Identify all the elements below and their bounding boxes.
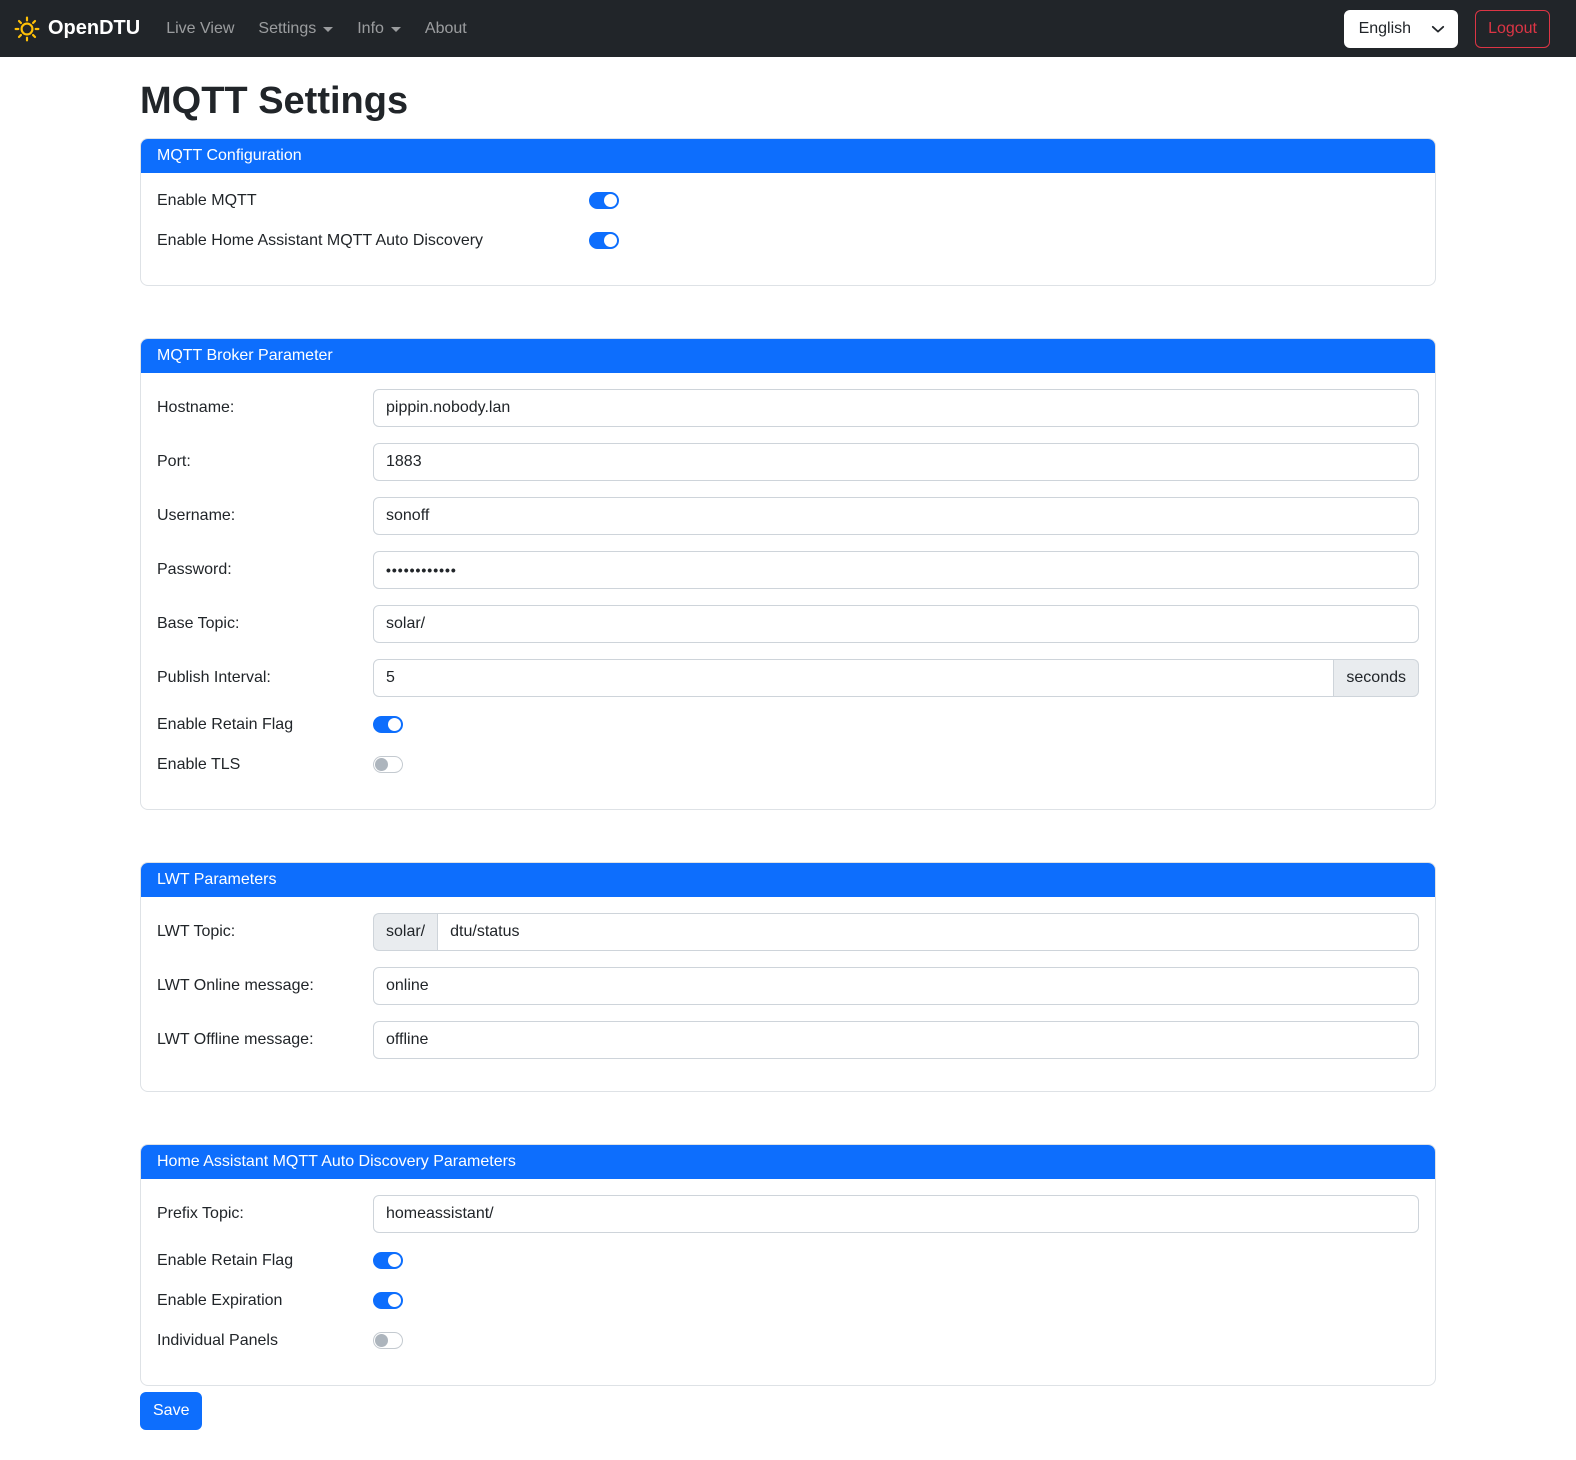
username-label: Username: xyxy=(157,507,373,525)
chevron-down-icon xyxy=(1431,22,1445,36)
toggle-knob xyxy=(604,194,617,207)
lwt-topic-prefix: solar/ xyxy=(373,913,437,951)
brand-label: OpenDTU xyxy=(48,17,140,40)
lwt-offline-message-label: LWT Offline message: xyxy=(157,1031,373,1049)
enable-tls-toggle[interactable] xyxy=(373,756,403,773)
card-body: Enable MQTT Enable Home Assistant MQTT A… xyxy=(141,173,1435,285)
mqtt-configuration-card: MQTT Configuration Enable MQTT Enable Ho… xyxy=(140,138,1436,286)
card-body: Hostname: Port: Username: Password: xyxy=(141,373,1435,809)
publish-interval-input[interactable] xyxy=(373,659,1334,697)
toggle-knob xyxy=(375,758,388,771)
card-header-mqtt-configuration: MQTT Configuration xyxy=(141,139,1435,173)
nav-item-info[interactable]: Info xyxy=(348,12,410,46)
nav-item-label: Live View xyxy=(166,20,234,38)
base-topic-label: Base Topic: xyxy=(157,615,373,633)
prefix-topic-input[interactable] xyxy=(373,1195,1419,1233)
toggle-knob xyxy=(388,718,401,731)
lwt-online-message-input[interactable] xyxy=(373,967,1419,1005)
enable-ha-discovery-label: Enable Home Assistant MQTT Auto Discover… xyxy=(157,232,589,250)
toggle-knob xyxy=(388,1254,401,1267)
lwt-topic-label: LWT Topic: xyxy=(157,923,373,941)
lwt-offline-message-input[interactable] xyxy=(373,1021,1419,1059)
nav-item-live-view[interactable]: Live View xyxy=(157,12,243,46)
hostname-label: Hostname: xyxy=(157,399,373,417)
enable-expiration-label: Enable Expiration xyxy=(157,1292,373,1310)
enable-retain-flag-label: Enable Retain Flag xyxy=(157,716,373,734)
lwt-online-message-label: LWT Online message: xyxy=(157,977,373,995)
nav-item-about[interactable]: About xyxy=(416,12,476,46)
card-header-hass-discovery: Home Assistant MQTT Auto Discovery Param… xyxy=(141,1145,1435,1179)
publish-interval-unit: seconds xyxy=(1334,659,1419,697)
hass-discovery-parameters-card: Home Assistant MQTT Auto Discovery Param… xyxy=(140,1144,1436,1386)
card-header-lwt-parameters: LWT Parameters xyxy=(141,863,1435,897)
sun-icon xyxy=(14,16,40,42)
card-body: LWT Topic: solar/ LWT Online message: LW… xyxy=(141,897,1435,1091)
base-topic-input[interactable] xyxy=(373,605,1419,643)
prefix-topic-label: Prefix Topic: xyxy=(157,1205,373,1223)
enable-retain-flag-toggle[interactable] xyxy=(373,716,403,733)
toggle-knob xyxy=(375,1334,388,1347)
hass-enable-retain-flag-toggle[interactable] xyxy=(373,1252,403,1269)
individual-panels-label: Individual Panels xyxy=(157,1332,373,1350)
language-selected-label: English xyxy=(1359,20,1411,38)
toggle-knob xyxy=(388,1294,401,1307)
port-label: Port: xyxy=(157,453,373,471)
username-input[interactable] xyxy=(373,497,1419,535)
enable-mqtt-toggle[interactable] xyxy=(589,192,619,209)
card-body: Prefix Topic: Enable Retain Flag Enable … xyxy=(141,1179,1435,1385)
password-label: Password: xyxy=(157,561,373,579)
enable-tls-label: Enable TLS xyxy=(157,756,373,774)
chevron-down-icon xyxy=(323,27,333,32)
hostname-input[interactable] xyxy=(373,389,1419,427)
save-button[interactable]: Save xyxy=(140,1392,202,1430)
enable-mqtt-label: Enable MQTT xyxy=(157,192,589,210)
lwt-parameters-card: LWT Parameters LWT Topic: solar/ LWT Onl… xyxy=(140,862,1436,1092)
password-input[interactable] xyxy=(373,551,1419,589)
port-input[interactable] xyxy=(373,443,1419,481)
nav-item-settings[interactable]: Settings xyxy=(249,12,342,46)
nav-item-label: About xyxy=(425,20,467,38)
language-select[interactable]: English xyxy=(1344,10,1458,48)
page-title: MQTT Settings xyxy=(140,79,1436,125)
nav-item-label: Info xyxy=(357,20,384,38)
individual-panels-toggle[interactable] xyxy=(373,1332,403,1349)
brand-link[interactable]: OpenDTU xyxy=(14,16,140,42)
logout-button[interactable]: Logout xyxy=(1475,10,1550,48)
top-navbar: OpenDTU Live View Settings Info About En… xyxy=(0,0,1576,57)
lwt-topic-input[interactable] xyxy=(437,913,1419,951)
chevron-down-icon xyxy=(391,27,401,32)
nav-item-label: Settings xyxy=(258,20,316,38)
main-container: MQTT Settings MQTT Configuration Enable … xyxy=(140,79,1436,1452)
publish-interval-label: Publish Interval: xyxy=(157,669,373,687)
hass-enable-retain-flag-label: Enable Retain Flag xyxy=(157,1252,373,1270)
nav-links: Live View Settings Info About xyxy=(154,12,479,46)
card-header-mqtt-broker-parameter: MQTT Broker Parameter xyxy=(141,339,1435,373)
mqtt-broker-parameter-card: MQTT Broker Parameter Hostname: Port: Us… xyxy=(140,338,1436,810)
enable-ha-discovery-toggle[interactable] xyxy=(589,232,619,249)
enable-expiration-toggle[interactable] xyxy=(373,1292,403,1309)
toggle-knob xyxy=(604,234,617,247)
